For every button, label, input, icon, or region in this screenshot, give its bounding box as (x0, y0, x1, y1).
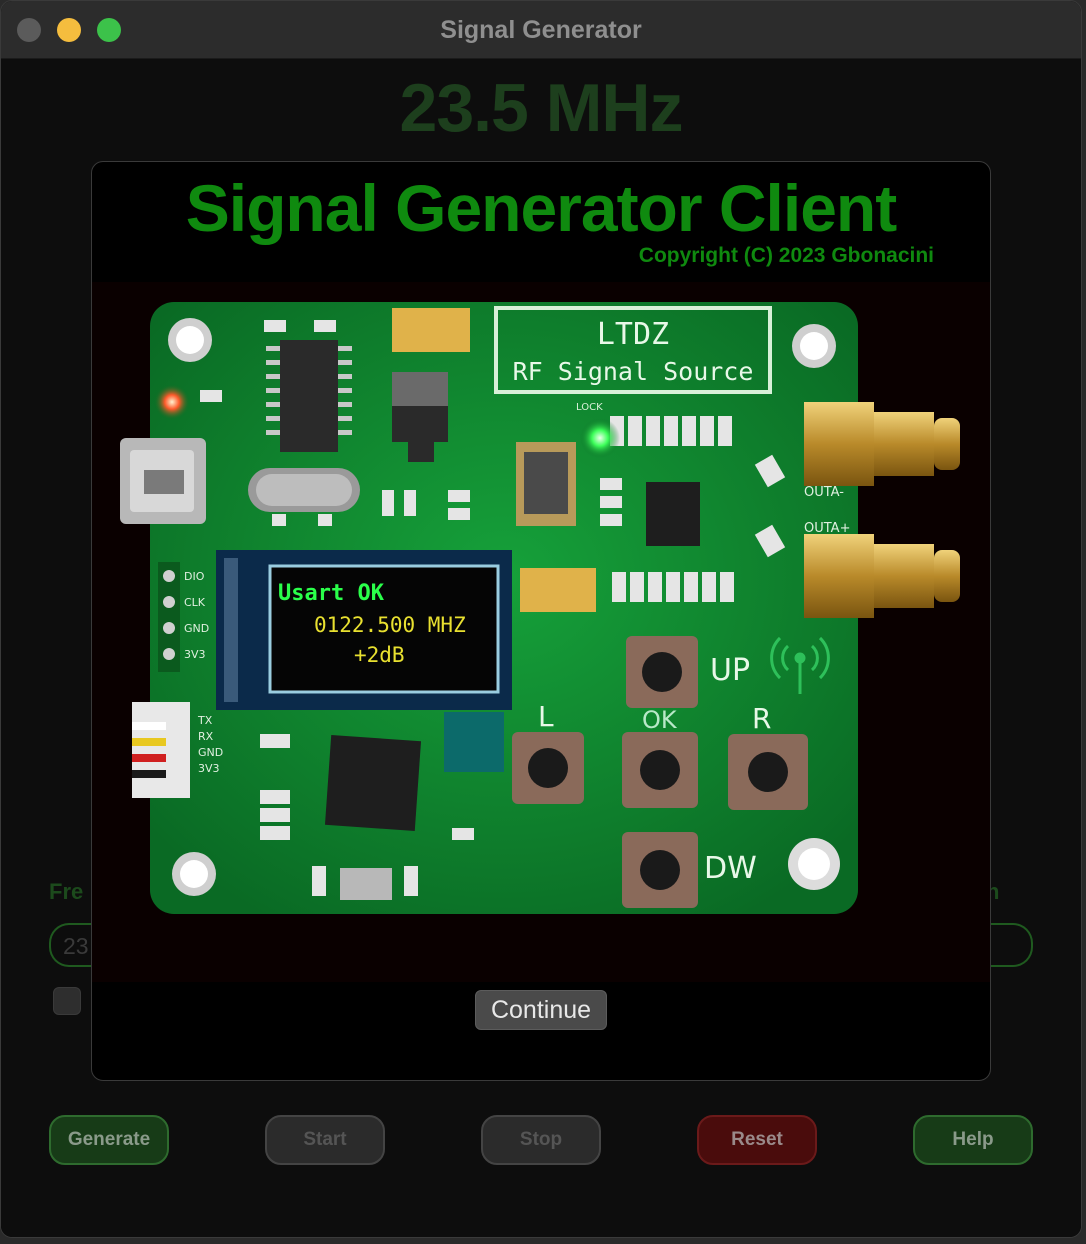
sma-connector-outa-plus (804, 534, 960, 618)
lock-led (580, 418, 620, 458)
board-name: LTDZ (597, 317, 669, 352)
frequency-label: Fre (49, 879, 84, 904)
app-window: Signal Generator 23.5 MHz Fre n 23 Gener… (0, 0, 1082, 1238)
dialog-title: Signal Generator Client (185, 171, 897, 245)
pin-label-clk: CLK (184, 596, 206, 609)
pin-label-dio: DIO (184, 570, 205, 583)
oled-frequency-text: 0122.500 MHZ (314, 613, 466, 637)
tantalum-capacitor (392, 308, 470, 352)
power-led (154, 384, 190, 420)
dialog-copyright: Copyright (C) 2023 Gbonacini (638, 244, 934, 267)
uart-label-rx: RX (198, 730, 214, 743)
label-ok: OK (642, 706, 678, 734)
reset-button[interactable]: Reset (697, 1115, 817, 1165)
small-crystal (340, 868, 392, 900)
uart-label-tx: TX (197, 714, 213, 727)
tantalum-capacitor-2 (520, 568, 596, 612)
about-dialog: Signal Generator Client Copyright (C) 20… (91, 161, 991, 1081)
window-title: Signal Generator (440, 16, 642, 44)
generate-button[interactable]: Generate (49, 1115, 169, 1165)
tcxo-module (516, 442, 576, 526)
resistor-array-bottom (612, 572, 734, 602)
start-button[interactable]: Start (265, 1115, 385, 1165)
oled-power-text: +2dB (354, 643, 405, 667)
title-bar[interactable]: Signal Generator (1, 1, 1081, 59)
port-label-outa-minus: OUTA- (804, 485, 844, 500)
pin-label-gnd: GND (184, 622, 209, 635)
nav-button-ok-graphic (622, 732, 698, 808)
help-button[interactable]: Help (913, 1115, 1033, 1165)
port-label-outa-plus: OUTA+ (804, 521, 850, 536)
nav-button-right-graphic (728, 734, 808, 810)
device-photo: LTDZ RF Signal Source LOCK DIO CLK GND 3… (92, 282, 990, 982)
ltdz-board-image: LTDZ RF Signal Source LOCK DIO CLK GND 3… (120, 302, 960, 914)
lock-led-label: LOCK (576, 402, 603, 413)
uart-label-gnd: GND (198, 746, 223, 759)
nav-button-left-graphic (512, 732, 584, 804)
rf-synthesizer-chip (646, 482, 700, 546)
oled-display: Usart OK 0122.500 MHZ +2dB (216, 550, 512, 710)
crystal-oscillator (248, 468, 360, 512)
board-subtitle: RF Signal Source (513, 357, 754, 386)
continue-button[interactable]: Continue (475, 990, 607, 1030)
option-checkbox[interactable] (53, 987, 81, 1015)
frequency-display: 23.5 MHz (399, 70, 684, 146)
label-left: L (538, 700, 554, 733)
nav-button-down-graphic (622, 832, 698, 908)
label-right: R (752, 702, 771, 735)
sma-connector-outa-minus (804, 402, 960, 486)
pin-label-3v3: 3V3 (184, 648, 206, 661)
oled-status-text: Usart OK (278, 581, 385, 606)
nav-button-up-graphic (626, 636, 698, 708)
resistor-array-top (610, 416, 732, 446)
label-down: DW (704, 851, 757, 886)
uart-label-3v3: 3V3 (198, 762, 220, 775)
label-up: UP (710, 653, 750, 688)
stop-button[interactable]: Stop (481, 1115, 601, 1165)
usb-connector (120, 438, 206, 524)
